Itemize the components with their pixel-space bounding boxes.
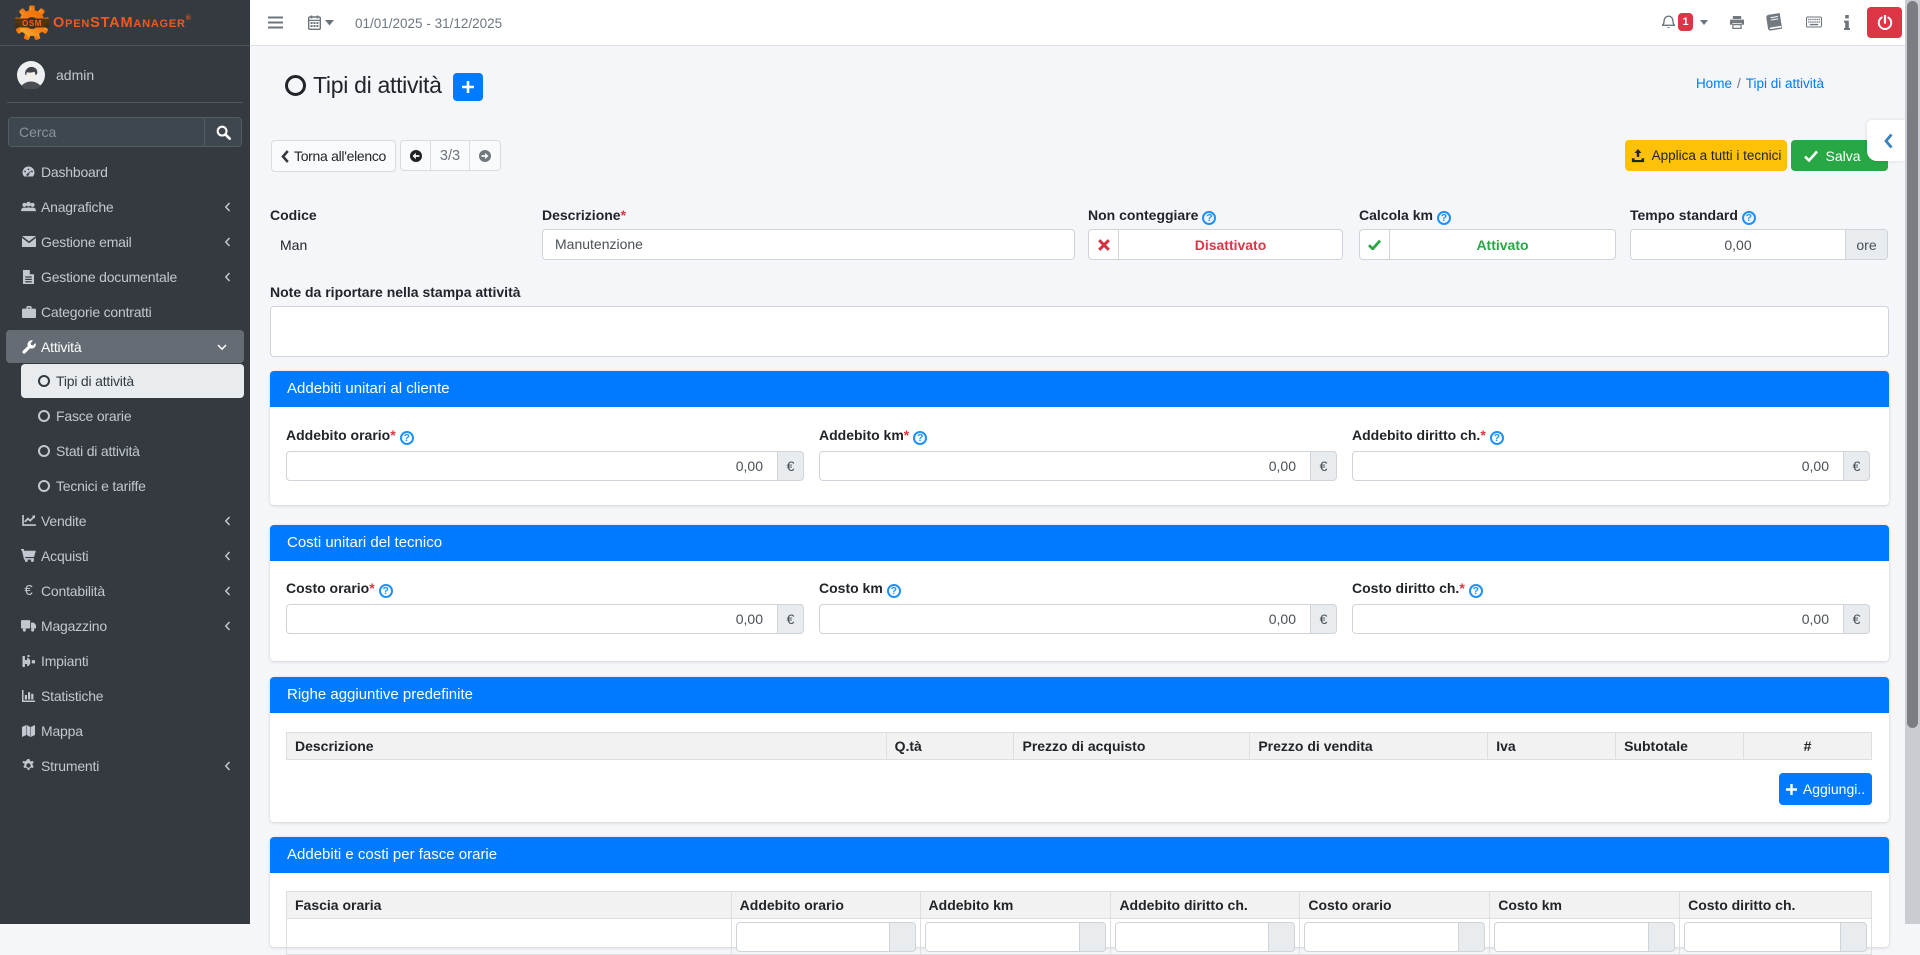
svg-text:OSM: OSM (22, 19, 42, 28)
